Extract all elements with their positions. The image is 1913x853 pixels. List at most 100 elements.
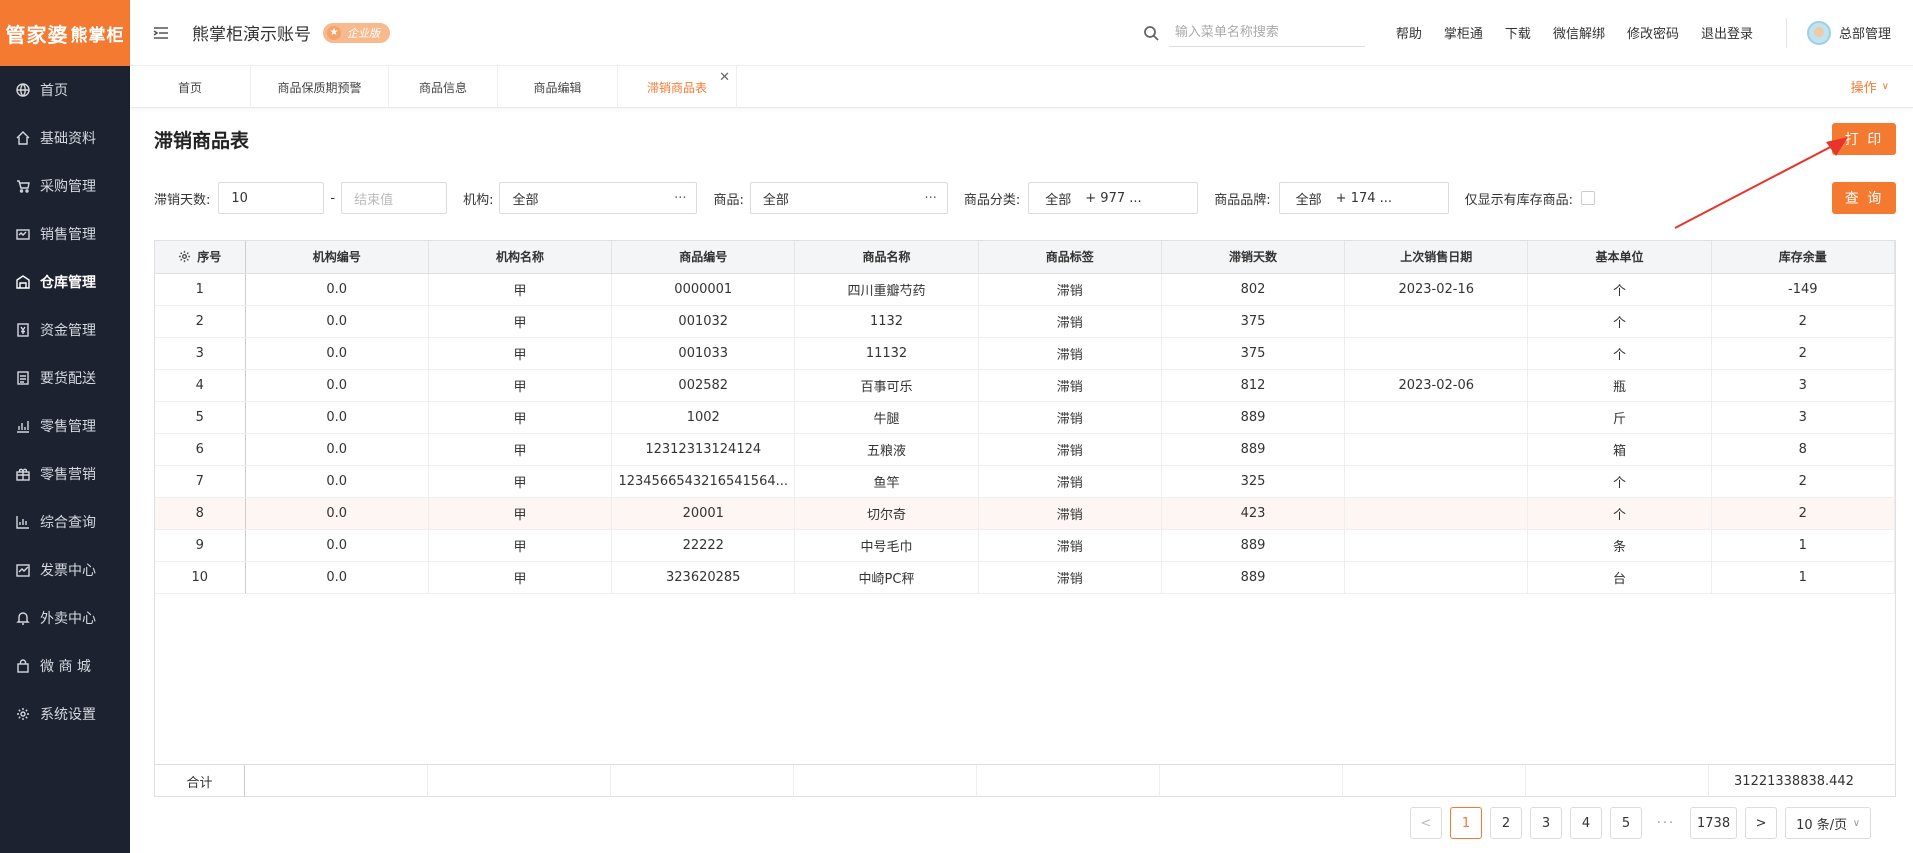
- menu-search-input[interactable]: [1168, 18, 1365, 47]
- page-size-select[interactable]: 10 条/页 ∨: [1785, 807, 1872, 839]
- tab-goods-edit[interactable]: 商品编辑: [498, 66, 618, 108]
- header-link[interactable]: 修改密码: [1627, 23, 1679, 42]
- page-title: 滞销商品表: [154, 130, 250, 152]
- table-cell: 百事可乐: [794, 369, 979, 402]
- total-cell: [1343, 765, 1526, 797]
- table-cell: 台: [1527, 561, 1712, 594]
- table-row[interactable]: 8 0.0 甲 20001 切尔奇 滞销 423 个 2: [155, 497, 1896, 530]
- table-cell: 0.0: [245, 529, 429, 562]
- operations-menu[interactable]: 操作 ∨: [1851, 66, 1889, 107]
- table-cell: 889: [1161, 401, 1346, 434]
- table-cell: 0.0: [245, 561, 429, 594]
- days-end-input[interactable]: 结束值: [341, 182, 448, 214]
- table-row[interactable]: 10 0.0 甲 323620285 中崎PC秤 滞销 889 台 1: [155, 561, 1896, 594]
- category-label: 商品分类:: [963, 192, 1021, 208]
- page-button-2[interactable]: 2: [1490, 807, 1522, 839]
- column-settings-icon[interactable]: [178, 250, 191, 263]
- header-link[interactable]: 帮助: [1396, 23, 1422, 42]
- tab-goods-info[interactable]: 商品信息: [389, 66, 498, 108]
- table-row[interactable]: 7 0.0 甲 1234566543216541564... 鱼竿 滞销 325 个 2: [155, 465, 1896, 498]
- sidebar-item[interactable]: 要货配送: [0, 354, 130, 402]
- table-row[interactable]: 4 0.0 甲 002582 百事可乐 滞销 812 2023-02-06 瓶 3: [155, 369, 1896, 402]
- table-cell: 斤: [1527, 401, 1712, 434]
- table-cell: 甲: [428, 529, 613, 562]
- category-select[interactable]: 全部 + 977 ...: [1028, 182, 1199, 214]
- column-header[interactable]: 序号: [155, 241, 246, 274]
- sidebar-item[interactable]: 综合查询: [0, 498, 130, 546]
- days-start-input[interactable]: 10: [218, 182, 325, 214]
- total-stock: 31221338838.442: [1734, 773, 1854, 789]
- table-row[interactable]: 3 0.0 甲 001033 11132 滞销 375 个 2: [155, 337, 1896, 370]
- table-cell: 滞销: [978, 433, 1162, 466]
- table-row[interactable]: 5 0.0 甲 1002 牛腿 滞销 889 斤 3: [155, 401, 1896, 434]
- next-page-button[interactable]: >: [1745, 807, 1778, 839]
- table-cell: 889: [1161, 561, 1346, 594]
- table-cell: 个: [1527, 273, 1712, 306]
- page-button-last[interactable]: 1738: [1690, 807, 1738, 839]
- table-cell: 0.0: [245, 337, 429, 370]
- close-icon[interactable]: ✕: [719, 70, 730, 85]
- table-row[interactable]: 6 0.0 甲 12312313124124 五粮液 滞销 889 箱 8: [155, 433, 1896, 466]
- tab-slow-moving[interactable]: 滞销商品表 ✕: [618, 66, 737, 108]
- sidebar-item[interactable]: 零售营销: [0, 450, 130, 498]
- goods-select[interactable]: 全部 ···: [749, 182, 948, 214]
- sidebar-item[interactable]: 首页: [0, 66, 130, 114]
- table-cell: 3: [1711, 401, 1896, 434]
- column-header-label: 商品标签: [1045, 250, 1094, 265]
- table-row[interactable]: 1 0.0 甲 0000001 四川重瓣芍药 滞销 802 2023-02-16 个 -149: [155, 273, 1896, 306]
- tab-home[interactable]: 首页: [130, 66, 251, 108]
- print-button[interactable]: 打 印: [1832, 123, 1896, 155]
- sidebar-item[interactable]: 资金管理: [0, 306, 130, 354]
- sidebar-item[interactable]: 销售管理: [0, 210, 130, 258]
- org-select[interactable]: 全部 ···: [499, 182, 698, 214]
- app-logo[interactable]: 管家婆 熊掌柜: [0, 0, 130, 66]
- sidebar-item[interactable]: 零售管理: [0, 402, 130, 450]
- header-link[interactable]: 退出登录: [1701, 23, 1753, 42]
- column-header-label: 滞销天数: [1228, 250, 1277, 265]
- table-cell: 001032: [611, 305, 796, 338]
- tab-shelf-life-warning[interactable]: 商品保质期预警: [251, 66, 389, 108]
- header-link[interactable]: 掌柜通: [1444, 23, 1483, 42]
- table-row[interactable]: 2 0.0 甲 001032 1132 滞销 375 个 2: [155, 305, 1896, 338]
- top-header: 熊掌柜演示账号 ★ 企业版 帮助 掌柜通 下载 微信解绑 修改密码 退出登录 总部管理: [130, 0, 1913, 66]
- brand-label: 商品品牌:: [1214, 192, 1271, 208]
- header-link[interactable]: 微信解绑: [1553, 23, 1605, 42]
- menu-collapse-icon[interactable]: [152, 24, 170, 42]
- brand-select[interactable]: 全部 + 174 ...: [1278, 182, 1449, 214]
- prev-page-button[interactable]: <: [1410, 807, 1442, 839]
- stock-only-label: 仅显示有库存商品:: [1464, 192, 1574, 208]
- page-button-4[interactable]: 4: [1570, 807, 1602, 839]
- table-cell: 6: [155, 433, 246, 466]
- sidebar-item[interactable]: 外卖中心: [0, 594, 130, 642]
- sidebar-nav: 首页 基础资料 采购管理 销售管理 仓库管理 资金管理 要货配送零售管理零售营销 综合查询 发票…: [0, 66, 130, 738]
- table-cell: 甲: [428, 497, 613, 530]
- account-name: 熊掌柜演示账号: [192, 25, 311, 45]
- stock-only-checkbox[interactable]: [1581, 191, 1596, 205]
- user-menu[interactable]: 总部管理: [1785, 17, 1891, 48]
- sidebar-item[interactable]: 仓库管理: [0, 258, 130, 306]
- search-icon[interactable]: [1143, 25, 1159, 41]
- sidebar-item[interactable]: 系统设置: [0, 690, 130, 738]
- header-link[interactable]: 下载: [1505, 23, 1531, 42]
- sidebar-item[interactable]: 采购管理: [0, 162, 130, 210]
- table-cell: 9: [155, 529, 246, 562]
- table-row[interactable]: 9 0.0 甲 22222 中号毛巾 滞销 889 条 1: [155, 529, 1896, 562]
- sidebar-item[interactable]: 基础资料: [0, 114, 130, 162]
- column-header-label: 商品编号: [679, 250, 728, 265]
- page-button-3[interactable]: 3: [1530, 807, 1562, 839]
- table-cell: 0000001: [611, 273, 796, 306]
- sidebar-item[interactable]: 发票中心: [0, 546, 130, 594]
- sidebar-item[interactable]: 微 商 城: [0, 642, 130, 690]
- column-header: 基本单位: [1527, 241, 1712, 274]
- category-more: + 977 ...: [1085, 190, 1142, 206]
- page-button-1[interactable]: 1: [1450, 807, 1482, 839]
- bell-icon: [16, 611, 30, 625]
- sidebar-item-label: 零售管理: [40, 419, 96, 435]
- table-header-row: 序号 机构编号 机构名称 商品编号 商品名称 商品标签 滞销天数 上次销售日期 基本单位 库存余量: [155, 241, 1896, 274]
- column-header-label: 机构名称: [495, 250, 544, 265]
- table-cell: [1344, 497, 1529, 530]
- page-ellipsis[interactable]: ···: [1650, 807, 1682, 839]
- query-button[interactable]: 查 询: [1832, 182, 1896, 214]
- column-header-label: 基本单位: [1595, 250, 1644, 265]
- page-button-5[interactable]: 5: [1610, 807, 1642, 839]
